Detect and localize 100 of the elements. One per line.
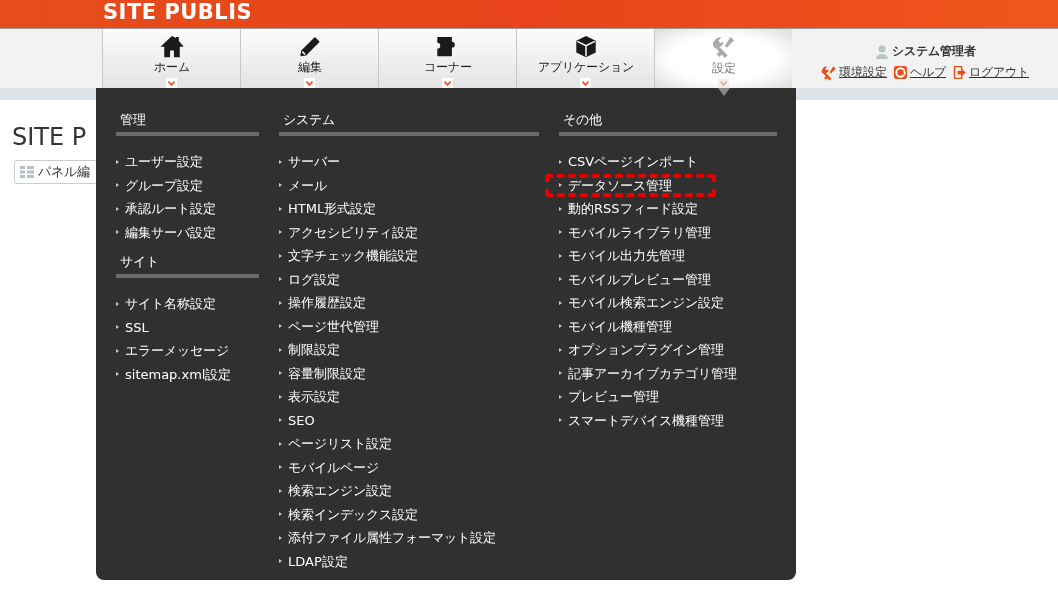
header-link[interactable]: 環境設定 [821, 64, 887, 81]
bullet-icon [279, 488, 282, 493]
bullet-icon [116, 301, 119, 306]
tools-icon [821, 64, 837, 81]
bullet-icon [559, 159, 562, 164]
bullet-icon [279, 183, 282, 188]
menu-item[interactable]: プレビュー管理 [545, 385, 703, 409]
bullet-icon [279, 418, 282, 423]
caret-icon [166, 78, 177, 88]
bullet-icon [559, 371, 562, 376]
tools-icon [710, 35, 737, 59]
cube-icon [573, 35, 598, 59]
bullet-icon [116, 372, 119, 377]
bullet-icon [279, 512, 282, 517]
menu-item[interactable]: グループ設定 [102, 173, 247, 197]
menu-item[interactable]: サーバー [265, 150, 384, 174]
bullet-icon [279, 253, 282, 258]
bullet-icon [559, 230, 562, 235]
menu-item[interactable]: スマートデバイス機種管理 [545, 408, 768, 432]
menu-item[interactable]: モバイル検索エンジン設定 [545, 291, 768, 315]
menu-item[interactable]: アクセシビリティ設定 [265, 220, 462, 244]
header-link[interactable]: ログアウト [952, 64, 1029, 81]
page-title: SITE P [12, 122, 88, 152]
bullet-icon [279, 535, 282, 540]
menu-heading: その他 [562, 112, 603, 129]
nav-tab[interactable]: アプリケーション [516, 29, 654, 88]
bullet-icon [116, 206, 119, 211]
menu-item[interactable]: 検索エンジン設定 [265, 479, 436, 503]
lifebuoy-icon [893, 65, 908, 80]
menu-item[interactable]: LDAP設定 [265, 549, 392, 573]
bullet-icon [279, 324, 282, 329]
header-link[interactable]: ヘルプ [893, 64, 946, 81]
menu-item[interactable]: 操作履歴設定 [265, 291, 410, 315]
caret-icon [718, 78, 729, 88]
logo: SITE PUBLIS [102, 0, 254, 24]
bullet-icon [116, 159, 119, 164]
menu-item[interactable]: 承認ルート設定 [102, 197, 260, 221]
grid-icon [20, 166, 34, 178]
menu-item[interactable]: SEO [265, 408, 359, 432]
menu-item[interactable]: ページリスト設定 [265, 432, 436, 456]
bullet-icon [279, 206, 282, 211]
menu-item[interactable]: 添付ファイル属性フォーマット設定 [265, 526, 540, 550]
bullet-icon [116, 183, 119, 188]
bullet-icon [559, 206, 562, 211]
bullet-icon [279, 559, 282, 564]
menu-item[interactable]: データソース管理 [545, 173, 716, 197]
menu-item[interactable]: モバイル出力先管理 [545, 244, 729, 268]
bullet-icon [279, 159, 282, 164]
menu-item[interactable]: ログ設定 [265, 267, 384, 291]
bullet-icon [116, 348, 119, 353]
menu-item[interactable]: SSL [102, 315, 193, 339]
bullet-icon [279, 277, 282, 282]
menu-heading: 管理 [119, 112, 147, 129]
caret-icon [580, 78, 591, 88]
panel-edit-button[interactable]: パネル編 [14, 160, 99, 184]
menu-heading: システム [282, 112, 336, 129]
menu-item[interactable]: CSVページインポート [545, 150, 743, 174]
bullet-icon [279, 347, 282, 352]
bullet-icon [559, 347, 562, 352]
home-icon [158, 35, 185, 59]
nav-tab[interactable]: 編集 [240, 29, 378, 88]
menu-item[interactable]: 記事アーカイブカテゴリ管理 [545, 361, 781, 385]
menu-item[interactable]: 編集サーバ設定 [102, 220, 260, 244]
pencil-icon [297, 35, 322, 59]
caret-icon [442, 78, 453, 88]
menu-item[interactable]: モバイルプレビュー管理 [545, 267, 755, 291]
bullet-icon [279, 230, 282, 235]
bullet-icon [559, 418, 562, 423]
menu-item[interactable]: メール [265, 173, 371, 197]
menu-item[interactable]: 検索インデックス設定 [265, 502, 462, 526]
menu-item[interactable]: サイト名称設定 [102, 292, 260, 316]
menu-item[interactable]: ページ世代管理 [265, 314, 423, 338]
caret-icon [304, 78, 315, 88]
bullet-icon [559, 300, 562, 305]
user-icon [874, 44, 889, 59]
menu-item[interactable]: モバイルページ [265, 455, 423, 479]
bullet-icon [559, 324, 562, 329]
menu-item[interactable]: モバイルライブラリ管理 [545, 220, 755, 244]
nav-tab[interactable]: 設定 [654, 29, 792, 88]
bullet-icon [559, 253, 562, 258]
menu-item[interactable]: 文字チェック機能設定 [265, 244, 462, 268]
bullet-icon [559, 394, 562, 399]
menu-heading: サイト [119, 254, 160, 271]
menu-item[interactable]: オプションプラグイン管理 [545, 338, 768, 362]
bullet-icon [116, 230, 119, 235]
bullet-icon [559, 183, 562, 188]
menu-item[interactable]: ユーザー設定 [102, 150, 247, 174]
bullet-icon [559, 277, 562, 282]
menu-item[interactable]: モバイル機種管理 [545, 314, 716, 338]
menu-item[interactable]: HTML形式設定 [265, 197, 421, 221]
pointer-icon [718, 88, 730, 96]
logout-icon [952, 65, 967, 80]
bullet-icon [279, 441, 282, 446]
menu-item[interactable]: 動的RSSフィード設定 [545, 197, 742, 221]
nav-tab[interactable]: コーナー [378, 29, 516, 88]
nav-tab[interactable]: ホーム [102, 29, 240, 88]
bullet-icon [279, 465, 282, 470]
user-name: システム管理者 [891, 43, 976, 60]
bullet-icon [279, 394, 282, 399]
menu-item[interactable]: 表示設定 [265, 385, 384, 409]
